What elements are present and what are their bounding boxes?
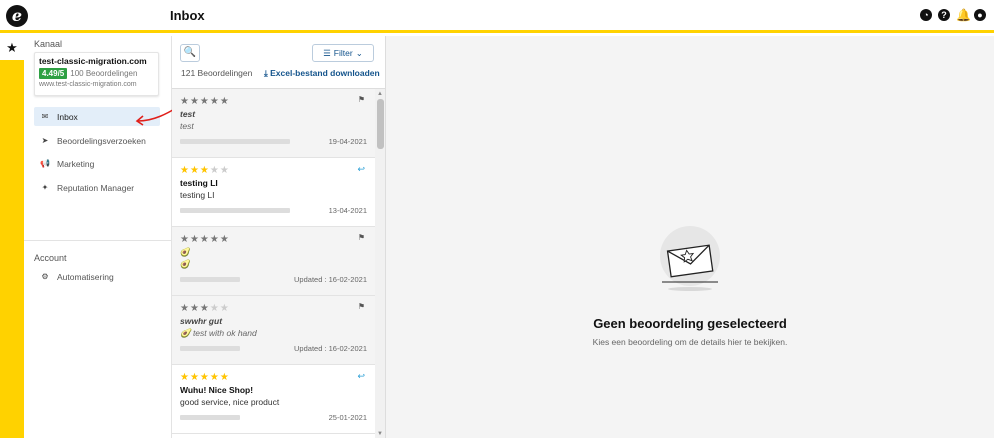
logo-icon[interactable]: e bbox=[6, 5, 28, 27]
empty-envelope-icon bbox=[660, 226, 720, 291]
send-icon: ➤ bbox=[41, 136, 49, 145]
sidebar-item-label: Beoordelingsverzoeken bbox=[57, 135, 146, 146]
review-body: 🥑 bbox=[180, 259, 191, 269]
review-date: Updated : 16-02-2021 bbox=[294, 275, 367, 284]
review-count-text: 121 Beoordelingen bbox=[181, 68, 253, 78]
channel-name: test-classic-migration.com bbox=[39, 56, 147, 66]
left-rail: ★ bbox=[0, 36, 24, 438]
score-badge: 4.49/5 bbox=[39, 68, 68, 79]
sidebar-item-reputation-manager[interactable]: ✦ Reputation Manager bbox=[34, 178, 160, 197]
filter-label: Filter bbox=[333, 48, 353, 58]
search-icon: 🔍 bbox=[183, 47, 197, 58]
favorites-star-icon[interactable]: ★ bbox=[0, 36, 24, 60]
excel-download-link[interactable]: ⤓ Excel-bestand downloaden bbox=[264, 68, 380, 79]
channel-section-label: Kanaal bbox=[34, 39, 63, 49]
redacted-email bbox=[180, 277, 240, 282]
review-body: 🥑 test with ok hand bbox=[180, 328, 257, 338]
sparkle-icon: ✦ bbox=[41, 183, 49, 192]
flag-icon[interactable]: ⚑ bbox=[358, 233, 365, 242]
help-icon[interactable]: ? bbox=[938, 9, 950, 21]
review-body: good service, nice product bbox=[180, 397, 280, 407]
top-bar: e Inbox ◔ ? 🔔 ● bbox=[0, 0, 994, 33]
review-item[interactable]: ★★★★★ ⚑ test test 19-04-2021 bbox=[172, 89, 375, 158]
sidebar-item-label: Inbox bbox=[57, 111, 78, 122]
bell-icon[interactable]: 🔔 bbox=[956, 9, 971, 21]
redacted-email bbox=[180, 208, 290, 213]
channel-card[interactable]: test-classic-migration.com 4.49/5 100 Be… bbox=[34, 52, 159, 96]
review-body: testing LI bbox=[180, 190, 215, 200]
review-list: ★★★★★ ⚑ test test 19-04-2021 ★★★★★ ↩ tes… bbox=[172, 89, 375, 438]
sidebar-item-label: Marketing bbox=[57, 158, 95, 169]
review-item[interactable]: ★★★★★ ↩ testing LI testing LI 13-04-2021 bbox=[172, 158, 375, 227]
empty-state-title: Geen beoordeling geselecteerd bbox=[593, 316, 787, 331]
scroll-up-icon[interactable]: ▲ bbox=[377, 91, 383, 97]
sidebar-item-marketing[interactable]: 📢 Marketing bbox=[34, 154, 160, 173]
flag-icon[interactable]: ⚑ bbox=[358, 302, 365, 311]
redacted-email bbox=[180, 415, 240, 420]
review-body: test bbox=[180, 121, 194, 131]
sidebar-item-review-requests[interactable]: ➤ Beoordelingsverzoeken bbox=[34, 131, 160, 150]
megaphone-icon: 📢 bbox=[40, 159, 50, 168]
review-item[interactable]: ★★★★★ ⚑ 🥑 🥑 Updated : 16-02-2021 bbox=[172, 227, 375, 296]
review-date: 25-01-2021 bbox=[328, 413, 367, 422]
review-count: 100 Beoordelingen bbox=[70, 69, 138, 78]
sidebar-item-label: Reputation Manager bbox=[57, 182, 135, 193]
review-title: Wuhu! Nice Shop! bbox=[180, 385, 254, 395]
redacted-email bbox=[180, 346, 240, 351]
sidebar-item-label: Automatisering bbox=[57, 271, 114, 282]
review-title: swwhr gut bbox=[180, 316, 223, 326]
filter-icon: ☰ bbox=[323, 47, 331, 58]
account-section-label: Account bbox=[34, 253, 67, 263]
scroll-down-icon[interactable]: ▼ bbox=[377, 431, 383, 437]
review-date: 13-04-2021 bbox=[328, 206, 367, 215]
list-scrollbar[interactable]: ▲ ▼ bbox=[375, 89, 385, 438]
sidebar-item-automation[interactable]: ⚙ Automatisering bbox=[34, 267, 160, 286]
review-title: testing LI bbox=[180, 178, 218, 188]
top-icons: ◔ ? 🔔 ● bbox=[920, 9, 986, 21]
download-icon: ⤓ bbox=[264, 68, 268, 78]
inbox-icon: ✉ bbox=[41, 112, 49, 121]
reply-icon[interactable]: ↩ bbox=[357, 371, 365, 382]
automation-icon: ⚙ bbox=[41, 272, 49, 281]
search-button[interactable]: 🔍 bbox=[180, 44, 200, 62]
review-item[interactable]: ★★★★★ ↩ Wuhu! Nice Shop! good service, n… bbox=[172, 365, 375, 434]
review-item[interactable]: ★★★★★ ⚑ swwhr gut 🥑 test with ok hand Up… bbox=[172, 296, 375, 365]
rating-stars: ★★★★★ bbox=[180, 96, 230, 107]
review-list-panel: 🔍 ☰ Filter ⌄ 121 Beoordelingen ⤓ Excel-b… bbox=[172, 36, 386, 438]
page-title: Inbox bbox=[170, 8, 205, 23]
sidebar-divider bbox=[24, 240, 172, 241]
filter-button[interactable]: ☰ Filter ⌄ bbox=[312, 44, 374, 62]
empty-state-subtitle: Kies een beoordeling om de details hier … bbox=[592, 337, 788, 347]
excel-download-label: Excel-bestand downloaden bbox=[270, 68, 380, 78]
score-row: 4.49/5 100 Beoordelingen bbox=[39, 68, 154, 79]
rating-stars: ★★★★★ bbox=[180, 234, 230, 245]
review-detail-panel: Geen beoordeling geselecteerd Kies een b… bbox=[386, 36, 994, 438]
rating-stars: ★★★★★ bbox=[180, 372, 230, 383]
sidebar: Kanaal test-classic-migration.com 4.49/5… bbox=[24, 36, 172, 438]
gauge-icon[interactable]: ◔ bbox=[920, 9, 932, 21]
user-icon[interactable]: ● bbox=[974, 9, 986, 21]
channel-url: www.test-classic-migration.com bbox=[39, 81, 137, 88]
redacted-email bbox=[180, 139, 290, 144]
review-title: 🥑 bbox=[180, 247, 191, 257]
rating-stars: ★★★★★ bbox=[180, 303, 230, 314]
flag-icon[interactable]: ⚑ bbox=[358, 95, 365, 104]
review-date: Updated : 16-02-2021 bbox=[294, 344, 367, 353]
review-title: test bbox=[180, 109, 196, 119]
reply-icon[interactable]: ↩ bbox=[357, 164, 365, 175]
rating-stars: ★★★★★ bbox=[180, 165, 230, 176]
scroll-thumb[interactable] bbox=[377, 99, 384, 149]
chevron-down-icon: ⌄ bbox=[355, 47, 363, 58]
review-date: 19-04-2021 bbox=[328, 137, 367, 146]
